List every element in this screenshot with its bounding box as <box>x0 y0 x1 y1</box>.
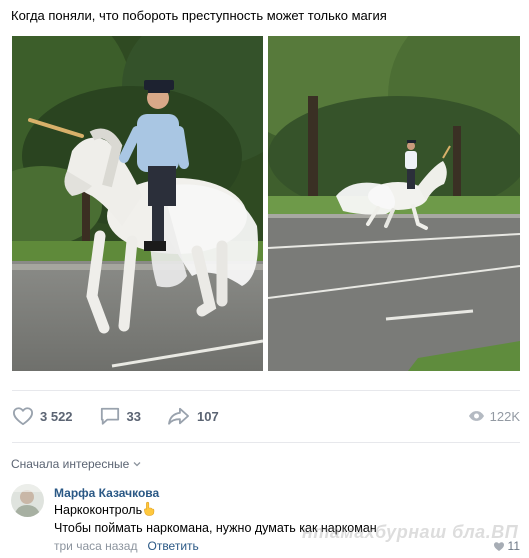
user-avatar-image <box>11 484 44 517</box>
comment-like-count: 11 <box>507 539 520 553</box>
raised-index-finger-icon <box>144 501 155 516</box>
eye-icon <box>468 411 484 421</box>
comment-like-button[interactable]: 11 <box>493 539 520 553</box>
comment-timestamp[interactable]: три часа назад <box>54 539 137 553</box>
comment-text-part: Наркоконтроль <box>54 503 143 517</box>
views-counter: 122K <box>468 409 520 424</box>
post-divider-bottom <box>12 442 520 443</box>
post-text: Когда поняли, что побороть преступность … <box>11 8 387 23</box>
post-divider-top <box>12 390 520 391</box>
avatar[interactable] <box>11 484 44 517</box>
views-count: 122K <box>489 408 520 424</box>
unicorn-rider-photo <box>12 36 263 371</box>
chevron-down-icon <box>133 462 141 467</box>
comment-button[interactable]: 33 <box>99 406 141 426</box>
watermark-text: нтамахбурнаш бла.ВП <box>302 522 519 542</box>
post-photo-left[interactable] <box>12 36 263 371</box>
unicorn-road-photo <box>268 36 520 371</box>
comments-sort-label: Сначала интересные <box>11 457 130 471</box>
comments-sort-dropdown[interactable]: Сначала интересные <box>11 457 141 471</box>
post-actions-bar: 3 522 33 107 122K <box>12 400 520 432</box>
comment-count: 33 <box>126 408 142 424</box>
like-count: 3 522 <box>40 408 73 424</box>
share-count: 107 <box>197 408 219 424</box>
share-button[interactable]: 107 <box>167 406 219 426</box>
reply-button[interactable]: Ответить <box>147 539 198 553</box>
heart-filled-icon <box>493 541 504 551</box>
post-photo-right[interactable] <box>268 36 520 371</box>
comment-meta: три часа назад Ответить <box>54 539 199 553</box>
like-button[interactable]: 3 522 <box>12 406 73 426</box>
speech-bubble-icon <box>100 407 119 425</box>
comment-author-name[interactable]: Марфа Казачкова <box>54 486 377 501</box>
share-arrow-icon <box>168 407 190 425</box>
comment-text-line-1: Наркоконтроль <box>54 501 377 519</box>
heart-outline-icon <box>13 407 33 426</box>
